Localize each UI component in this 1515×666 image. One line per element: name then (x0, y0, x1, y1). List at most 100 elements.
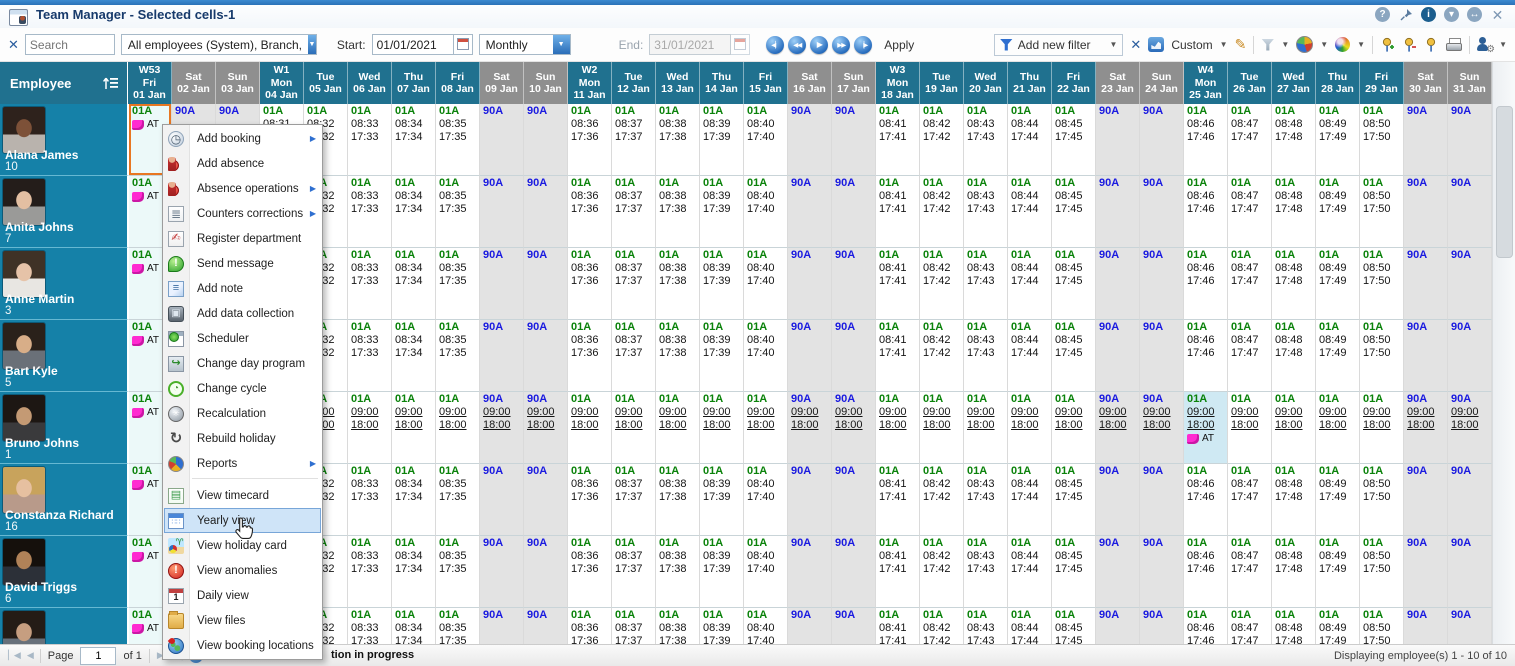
schedule-cell[interactable]: 01A 08:43 17:43 (964, 536, 1008, 608)
schedule-cell[interactable]: 01A 08:39 17:39 (700, 248, 744, 320)
schedule-cell[interactable]: 90A (1404, 464, 1448, 536)
schedule-cell[interactable]: 01A 08:36 17:36 (568, 608, 612, 644)
schedule-cell[interactable]: 90A (1140, 176, 1184, 248)
schedule-cell[interactable]: 01A 08:44 17:44 (1008, 608, 1052, 644)
schedule-cell[interactable]: 01A 08:47 17:47 (1228, 176, 1272, 248)
schedule-cell[interactable]: 01A 08:50 17:50 (1360, 248, 1404, 320)
search-input[interactable] (24, 34, 115, 55)
menu-item-view-files[interactable]: View files (164, 608, 321, 633)
schedule-cell[interactable]: 01A 08:39 17:39 (700, 176, 744, 248)
schedule-cell[interactable]: 90A09:0018:00 (1404, 392, 1448, 464)
menu-item-change-cycle[interactable]: Change cycle (164, 376, 321, 401)
schedule-cell[interactable]: 90A (1096, 608, 1140, 644)
schedule-cell[interactable]: 01A 08:41 17:41 (876, 536, 920, 608)
schedule-cell[interactable]: 01A 08:40 17:40 (744, 248, 788, 320)
schedule-cell[interactable]: 01A 08:48 17:48 (1272, 536, 1316, 608)
schedule-cell[interactable]: 01A 08:40 17:40 (744, 608, 788, 644)
day-header[interactable]: W1 Mon 04 Jan (260, 62, 304, 104)
schedule-cell[interactable]: 01A 08:49 17:49 (1316, 536, 1360, 608)
schedule-cell[interactable]: 90A (524, 176, 568, 248)
employee-cell[interactable]: Bruno Johns 1 (0, 392, 128, 464)
schedule-cell[interactable]: 90A (480, 464, 524, 536)
schedule-cell[interactable]: 01A 08:48 17:48 (1272, 608, 1316, 644)
day-header[interactable]: Wed 13 Jan (656, 62, 700, 104)
schedule-cell[interactable]: 01A 08:46 17:46 (1184, 176, 1228, 248)
schedule-cell[interactable]: 01A 08:39 17:39 (700, 608, 744, 644)
user-settings-icon[interactable]: ⚙ (1477, 37, 1495, 55)
menu-item-change-day-program[interactable]: Change day program (164, 351, 321, 376)
schedule-cell[interactable]: 01A 08:40 17:40 (744, 104, 788, 176)
schedule-cell[interactable]: 90A (480, 248, 524, 320)
day-header[interactable]: Sat 23 Jan (1096, 62, 1140, 104)
schedule-cell[interactable]: 90A (1404, 176, 1448, 248)
schedule-cell[interactable]: 01A09:0018:00 (1228, 392, 1272, 464)
schedule-cell[interactable]: 01A 08:38 17:38 (656, 248, 700, 320)
schedule-cell[interactable]: 01A 08:45 17:45 (1052, 104, 1096, 176)
menu-item-scheduler[interactable]: Scheduler (164, 326, 321, 351)
calendar-icon[interactable] (453, 34, 473, 55)
print-icon[interactable] (1446, 38, 1463, 51)
schedule-cell[interactable]: 01A09:0018:00 (876, 392, 920, 464)
schedule-cell[interactable]: 90A (524, 248, 568, 320)
add-filter-combo[interactable]: Add new filter ▼ (993, 33, 1124, 56)
schedule-cell[interactable]: 01A 08:34 17:34 (392, 176, 436, 248)
schedule-cell[interactable]: 01A09:0018:00 (568, 392, 612, 464)
schedule-cell[interactable]: 01A 08:39 17:39 (700, 320, 744, 392)
clear-search-icon[interactable]: ✕ (8, 37, 19, 53)
day-header[interactable]: Sat 09 Jan (480, 62, 524, 104)
day-header[interactable]: Fri 15 Jan (744, 62, 788, 104)
schedule-cell[interactable]: 01A 08:35 17:35 (436, 176, 480, 248)
schedule-cell[interactable]: 01A 08:47 17:47 (1228, 248, 1272, 320)
schedule-cell[interactable]: 90A (832, 104, 876, 176)
schedule-cell[interactable]: 90A (524, 536, 568, 608)
schedule-cell[interactable]: 01A 08:41 17:41 (876, 464, 920, 536)
schedule-cell[interactable]: 90A (524, 104, 568, 176)
schedule-cell[interactable]: 01A 08:50 17:50 (1360, 176, 1404, 248)
schedule-cell[interactable]: 01A 08:43 17:43 (964, 320, 1008, 392)
schedule-cell[interactable]: 01A 08:40 17:40 (744, 536, 788, 608)
next-period-button[interactable]: ▶▶ (832, 35, 851, 54)
schedule-cell[interactable]: 01A 08:48 17:48 (1272, 320, 1316, 392)
employee-cell[interactable]: Alana James 10 (0, 104, 128, 176)
day-header[interactable]: Sun 17 Jan (832, 62, 876, 104)
first-period-button[interactable]: ◀▏ (766, 35, 785, 54)
schedule-cell[interactable]: 90A (832, 536, 876, 608)
schedule-cell[interactable]: 01A 08:34 17:34 (392, 248, 436, 320)
schedule-cell[interactable]: 01A09:0018:00 (1008, 392, 1052, 464)
schedule-cell[interactable]: 01A 08:42 17:42 (920, 464, 964, 536)
scrollbar-thumb[interactable] (1496, 106, 1513, 258)
schedule-cell[interactable]: 90A (1404, 104, 1448, 176)
day-header[interactable]: Sat 02 Jan (172, 62, 216, 104)
schedule-cell[interactable]: 01A 08:37 17:37 (612, 104, 656, 176)
schedule-cell[interactable]: 01A 08:45 17:45 (1052, 608, 1096, 644)
schedule-cell[interactable]: 01A 08:33 17:33 (348, 104, 392, 176)
schedule-cell[interactable]: 90A (524, 464, 568, 536)
schedule-cell[interactable]: 01A 08:45 17:45 (1052, 176, 1096, 248)
schedule-cell[interactable]: 01A 08:38 17:38 (656, 464, 700, 536)
schedule-cell[interactable]: 01A 08:38 17:38 (656, 104, 700, 176)
day-header[interactable]: Tue 05 Jan (304, 62, 348, 104)
schedule-cell[interactable]: 90A (832, 176, 876, 248)
schedule-cell[interactable]: 90A (788, 464, 832, 536)
schedule-cell[interactable]: 01A 08:41 17:41 (876, 320, 920, 392)
schedule-cell[interactable]: 01A 08:43 17:43 (964, 464, 1008, 536)
schedule-cell[interactable]: 90A (1404, 320, 1448, 392)
schedule-cell[interactable]: 01A 08:33 17:33 (348, 176, 392, 248)
schedule-cell[interactable]: 01A 08:36 17:36 (568, 464, 612, 536)
schedule-cell[interactable]: 01A 08:49 17:49 (1316, 464, 1360, 536)
schedule-cell[interactable]: 90A (524, 608, 568, 644)
period-select[interactable]: Monthly ▼ (478, 34, 571, 55)
schedule-cell[interactable]: 01A 08:49 17:49 (1316, 104, 1360, 176)
schedule-cell[interactable]: 01A 08:34 17:34 (392, 320, 436, 392)
day-header[interactable]: W3 Mon 18 Jan (876, 62, 920, 104)
schedule-cell[interactable]: 01A 08:39 17:39 (700, 104, 744, 176)
info-icon[interactable]: i (1421, 7, 1436, 22)
schedule-cell[interactable]: 01A 08:33 17:33 (348, 608, 392, 644)
schedule-cell[interactable]: 90A (1140, 536, 1184, 608)
schedule-cell[interactable]: 90A09:0018:00 (524, 392, 568, 464)
schedule-cell[interactable]: 01A 08:42 17:42 (920, 176, 964, 248)
menu-item-view-anomalies[interactable]: View anomalies (164, 558, 321, 583)
employee-filter-select[interactable]: All employees (System), Branch, ▼ (120, 34, 317, 55)
employee-cell[interactable] (0, 608, 128, 644)
day-header[interactable]: Wed 20 Jan (964, 62, 1008, 104)
